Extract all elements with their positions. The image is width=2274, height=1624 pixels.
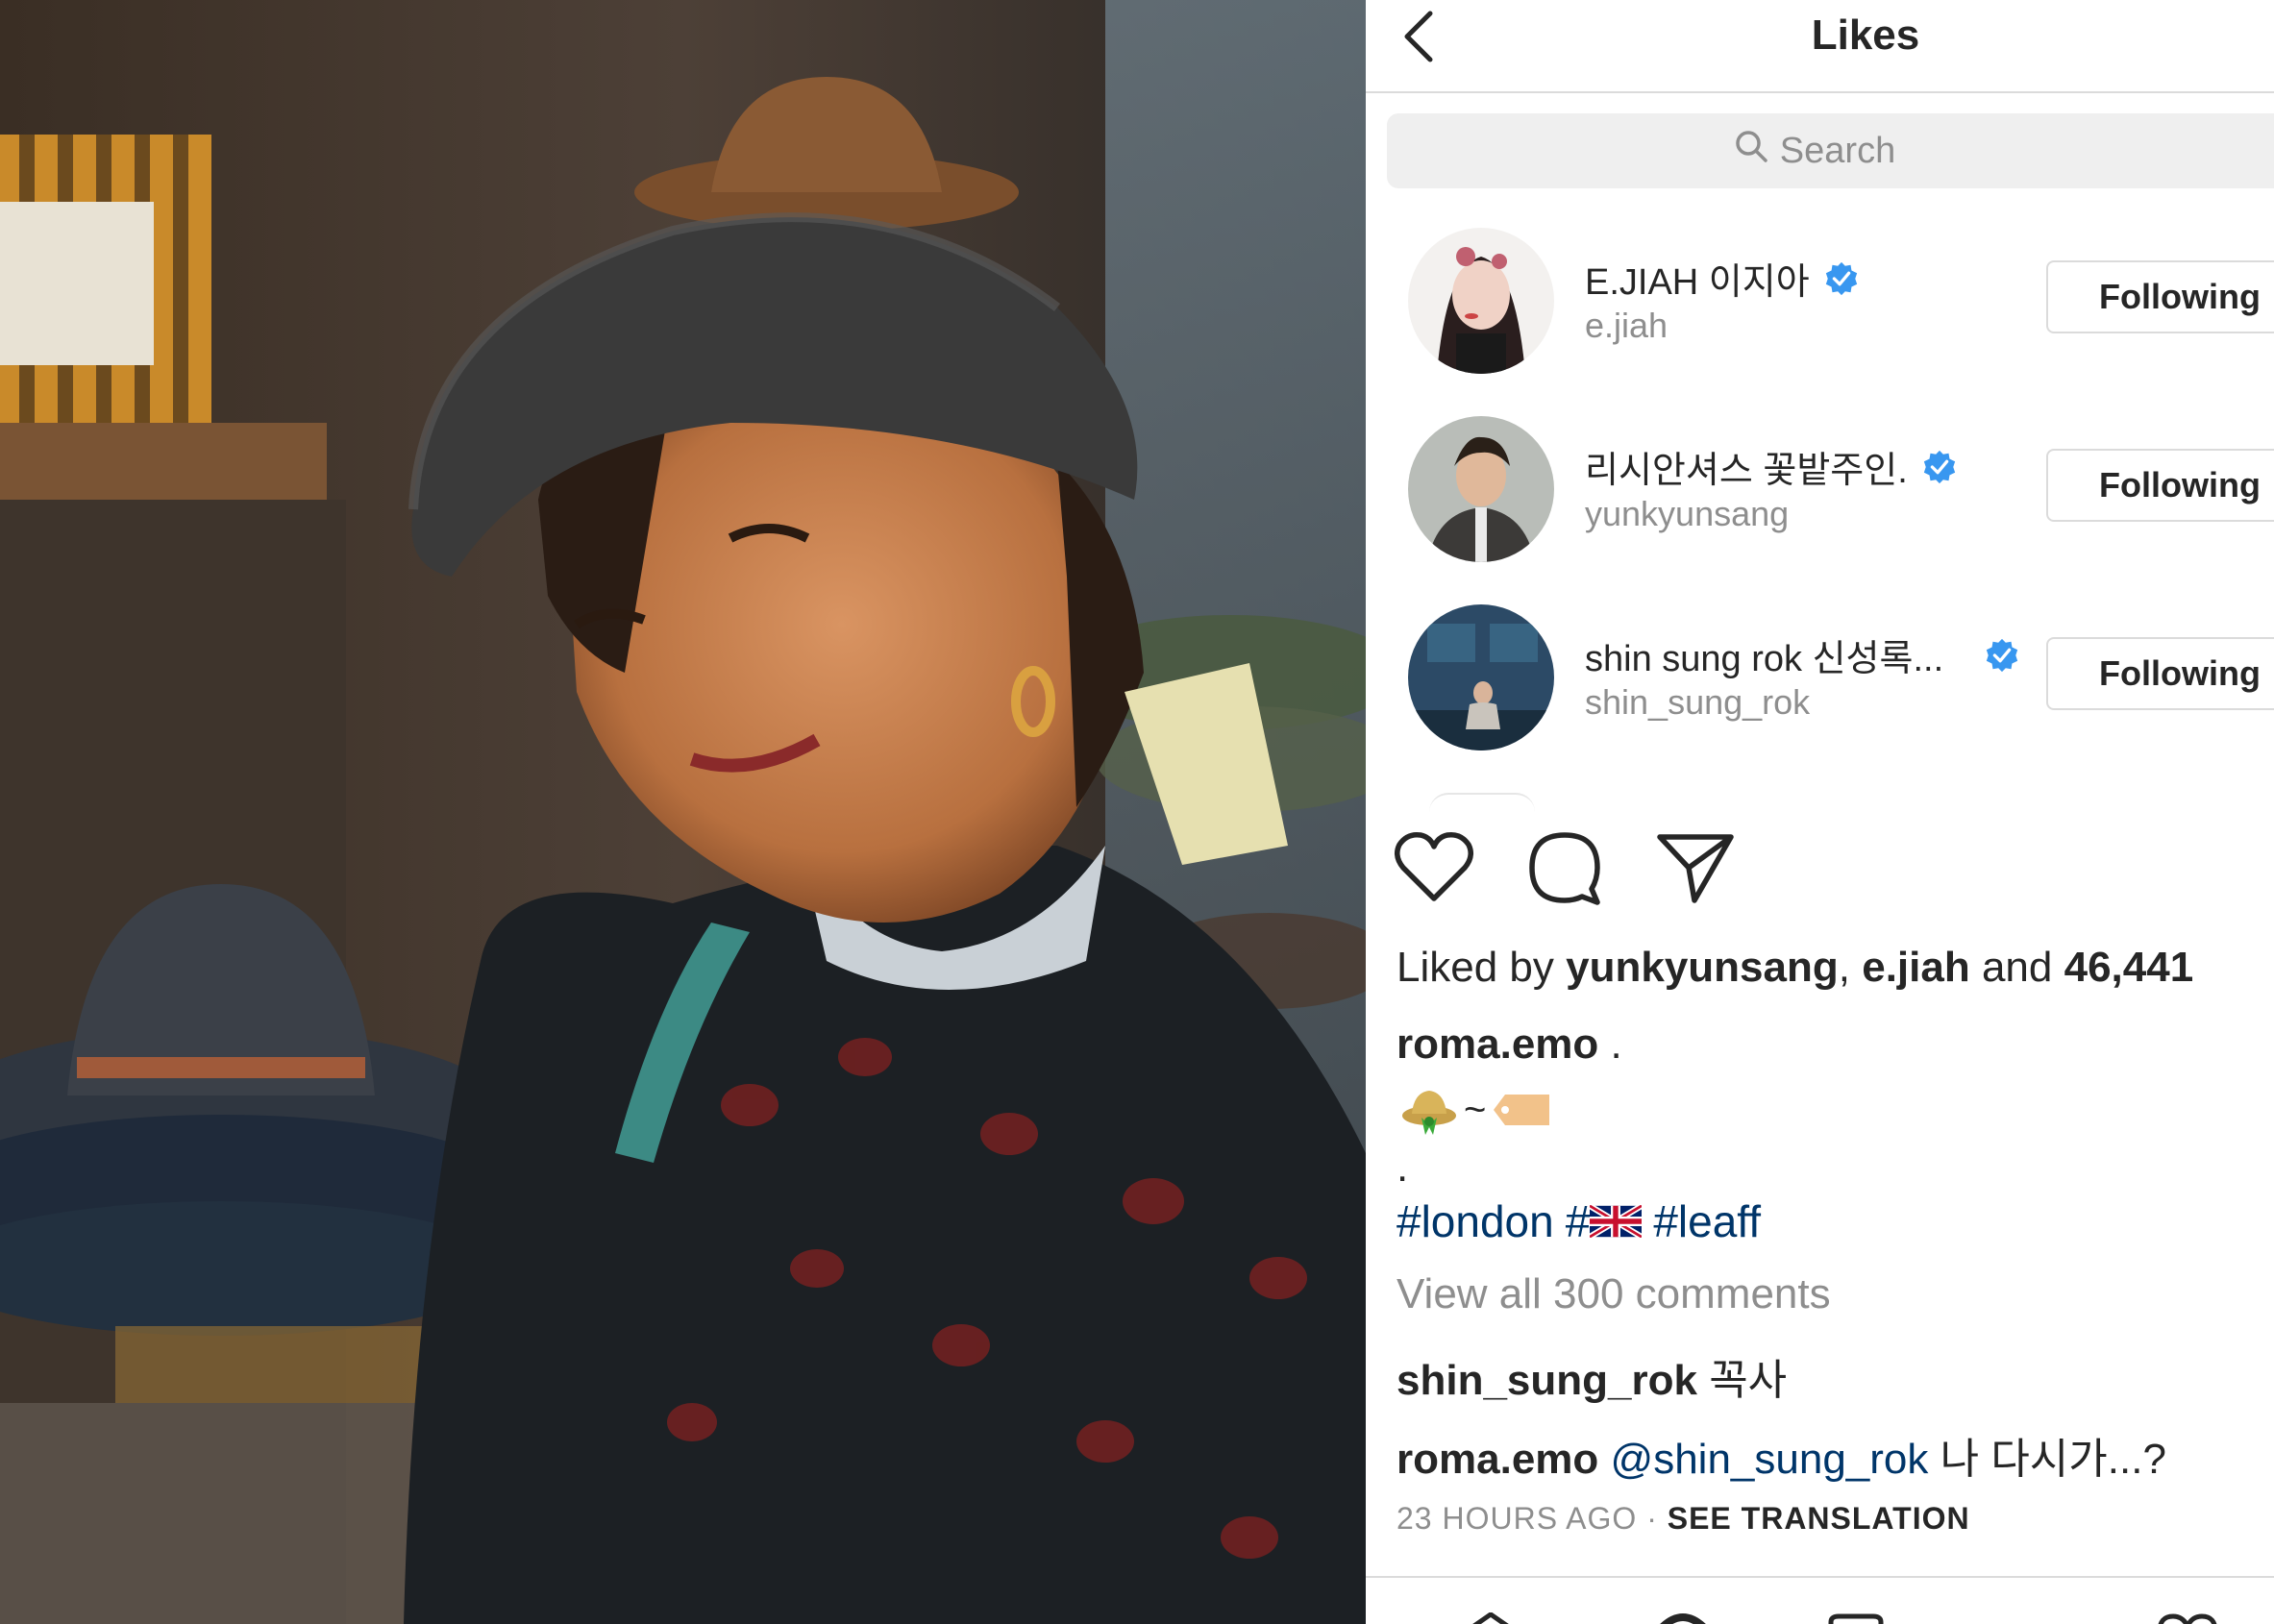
liked-by-separator: , [1838,944,1850,991]
activity-heart-icon[interactable] [2154,1612,2221,1624]
liked-by-line: Liked by yunkyunsang, e.jiah and 46,441 [1397,944,2193,992]
post-actions [1391,824,1775,911]
liker-name-text: 리시안셔스 꽃밭주인. [1585,451,1908,491]
hashtag-symbol: # [1565,1196,1591,1246]
following-button[interactable]: Following [2046,260,2274,333]
comment-username[interactable]: shin_sung_rok [1397,1357,1697,1404]
hashtag-link[interactable]: #london [1397,1195,1554,1247]
add-post-icon[interactable] [1827,1612,1885,1624]
caption-dot: . [1397,1144,1409,1191]
liked-by-user-link[interactable]: e.jiah [1862,944,1970,991]
time-ago: 23 HOURS AGO [1397,1501,1638,1536]
liker-handle: e.jiah [1585,306,1668,345]
caption-line: roma.emo . [1397,1021,1622,1069]
liked-by-prefix: Liked by [1397,944,1554,991]
liker-handle: shin_sung_rok [1585,682,1811,722]
bottom-nav [1366,1576,2274,1624]
hat-bow-emoji-icon [1402,1091,1456,1135]
page-title: Likes [1811,12,1920,59]
following-button[interactable]: Following [2046,637,2274,710]
uk-flag-icon [1590,1205,1643,1238]
post-photo [0,0,1366,1624]
search-placeholder: Search [1779,130,1896,171]
see-translation-link[interactable]: SEE TRANSLATION [1668,1501,1970,1536]
search-icon [1734,129,1768,173]
comment-mention-link[interactable]: @shin_sung_rok [1611,1436,1929,1483]
likes-count-link[interactable]: 46,441 [2064,944,2194,991]
caption-text: . [1610,1021,1622,1068]
comment-text: 나 다시가...? [1940,1436,2166,1483]
caption-username[interactable]: roma.emo [1397,1021,1598,1068]
following-button[interactable]: Following [2046,449,2274,522]
search-nav-icon[interactable] [1654,1612,1712,1624]
liker-name: 리시안셔스 꽃밭주인. [1585,440,1958,493]
share-icon[interactable] [1652,824,1739,911]
avatar[interactable] [1408,416,1554,562]
comment: shin_sung_rok 꼭사 [1397,1345,1787,1407]
liked-by-and: and [1981,944,2053,991]
liker-name-text: E.JIAH 이지아 [1585,262,1810,303]
emoji-separator: ~ [1464,1088,1487,1131]
avatar[interactable] [1408,604,1554,750]
post-timestamp: 23 HOURS AGO · SEE TRANSLATION [1397,1501,1970,1537]
liked-by-user-link[interactable]: yunkyunsang [1566,944,1839,991]
view-all-comments-link[interactable]: View all 300 comments [1397,1270,1831,1318]
verified-icon [1825,261,1857,295]
partial-avatar [1429,793,1535,812]
comment-username[interactable]: roma.emo [1397,1436,1598,1483]
liker-name-text: shin sung rok 신성록... [1585,639,1944,679]
caption-hashtags: #london # #leaff [1397,1195,1761,1247]
likes-panel: Likes Search E.JIAH 이지아 e.jiah Following… [1366,0,2274,1624]
heart-icon[interactable] [1391,824,1477,911]
hashtag-link[interactable]: #leaff [1653,1195,1761,1247]
verified-icon [1923,450,1955,483]
caption-emoji-line: ~ [1400,1081,1553,1139]
top-bar: Likes [1366,0,2274,93]
liker-name: shin sung rok 신성록... [1585,628,2020,681]
liker-row[interactable]: shin sung rok 신성록... shin_sung_rok Follo… [1366,598,2274,761]
avatar[interactable] [1408,228,1554,374]
search-input[interactable]: Search [1387,113,2274,188]
liker-handle: yunkyunsang [1585,494,1790,533]
comment-icon[interactable] [1521,824,1608,911]
comment: roma.emo @shin_sung_rok 나 다시가...? [1397,1424,2166,1486]
label-tag-emoji-icon [1494,1095,1550,1125]
liker-name: E.JIAH 이지아 [1585,252,1860,305]
liker-row[interactable]: E.JIAH 이지아 e.jiah Following [1366,221,2274,384]
verified-icon [1986,638,2018,672]
time-separator: · [1646,1501,1658,1536]
liker-row[interactable]: 리시안셔스 꽃밭주인. yunkyunsang Following [1366,409,2274,573]
comment-text: 꼭사 [1709,1357,1788,1404]
hashtag-link[interactable]: # [1566,1195,1643,1247]
home-icon[interactable] [1462,1612,1520,1624]
